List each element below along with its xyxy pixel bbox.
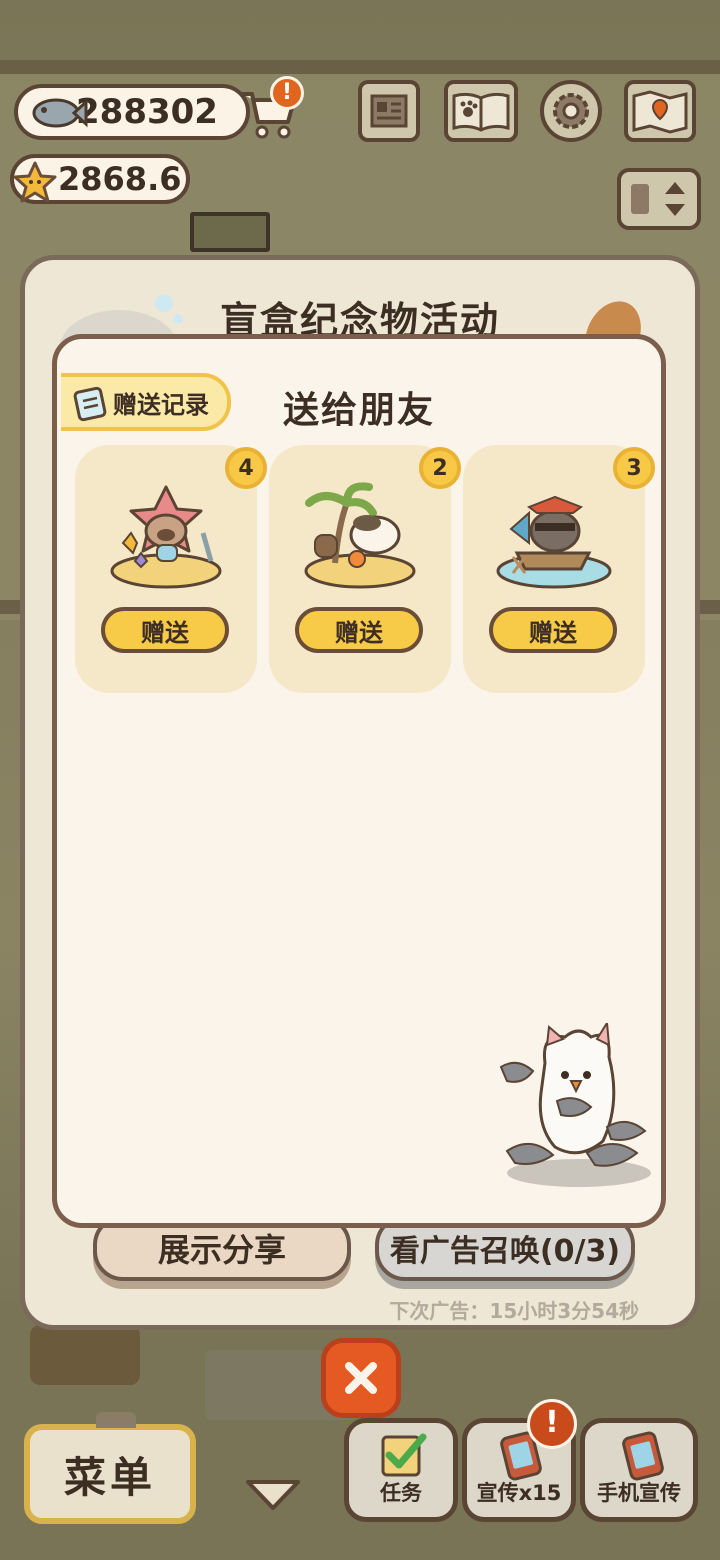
cart-alert-badge: !	[270, 76, 304, 110]
phone-icon	[622, 1431, 664, 1481]
phone-promotion-label: 手机宣传	[597, 1481, 681, 1505]
fish-count: 288302	[76, 92, 218, 132]
pirate-raccoon-boat-icon	[496, 495, 612, 589]
next-ad-timer: 下次广告：15小时3分54秒	[389, 1299, 639, 1323]
menu-label: 菜单	[63, 1452, 156, 1502]
tasks-label: 任务	[380, 1481, 422, 1505]
give-button[interactable]: 赠送	[489, 607, 617, 653]
paw-book-icon	[452, 92, 510, 132]
map-button[interactable]	[624, 80, 696, 142]
ceiling-beam	[0, 60, 720, 74]
view-toggle-button[interactable]	[617, 168, 701, 230]
gear-icon	[553, 93, 589, 129]
cat-book-button[interactable]	[444, 80, 518, 142]
fish-icon	[32, 98, 88, 128]
shop-cart-button[interactable]: !	[238, 76, 304, 140]
souvenir-count-badge: 4	[225, 447, 267, 489]
main-menu-button[interactable]: 菜单	[24, 1412, 196, 1524]
close-icon	[345, 1362, 377, 1394]
gift-panel-title: 送给朋友	[282, 390, 435, 431]
starfish-cat-island-icon	[110, 485, 222, 589]
souvenir-card: 2 赠送	[269, 445, 461, 693]
collapse-arrow-icon[interactable]	[244, 1478, 302, 1512]
checklist-icon	[381, 1433, 427, 1477]
map-icon	[632, 90, 688, 134]
gift-to-friend-panel: 赠送记录 送给朋友 4 赠送 2 赠送 3 赠送	[52, 334, 666, 1228]
fish-bone-sign	[190, 212, 270, 252]
close-button[interactable]	[321, 1338, 401, 1418]
star-icon	[13, 161, 57, 203]
newspaper-button[interactable]	[358, 80, 420, 142]
palm-cat-island-icon	[304, 482, 416, 589]
tasks-button[interactable]: 任务	[344, 1418, 458, 1522]
wooden-stool	[30, 1325, 140, 1385]
promotion-button[interactable]: 宣传x15 !	[462, 1399, 577, 1522]
chick-mascot-illustration	[499, 1023, 651, 1187]
fish-currency: 288302	[14, 84, 250, 140]
phone-promotion-button[interactable]: 手机宣传	[580, 1418, 698, 1522]
clipboard-clip-decor	[96, 1412, 136, 1428]
souvenir-count-badge: 3	[613, 447, 655, 489]
promotion-label: 宣传x15	[476, 1481, 562, 1505]
souvenir-card: 4 赠送	[75, 445, 267, 693]
settings-button[interactable]	[540, 80, 602, 142]
souvenir-card: 3 赠送	[463, 445, 655, 693]
sort-arrows-icon	[631, 182, 685, 216]
souvenir-count-badge: 2	[419, 447, 461, 489]
give-button[interactable]: 赠送	[101, 607, 229, 653]
star-currency: 2868.6	[10, 154, 190, 204]
give-button[interactable]: 赠送	[295, 607, 423, 653]
newspaper-icon	[370, 94, 408, 128]
star-count: 2868.6	[58, 160, 182, 198]
promotion-alert-badge: !	[527, 1399, 577, 1449]
